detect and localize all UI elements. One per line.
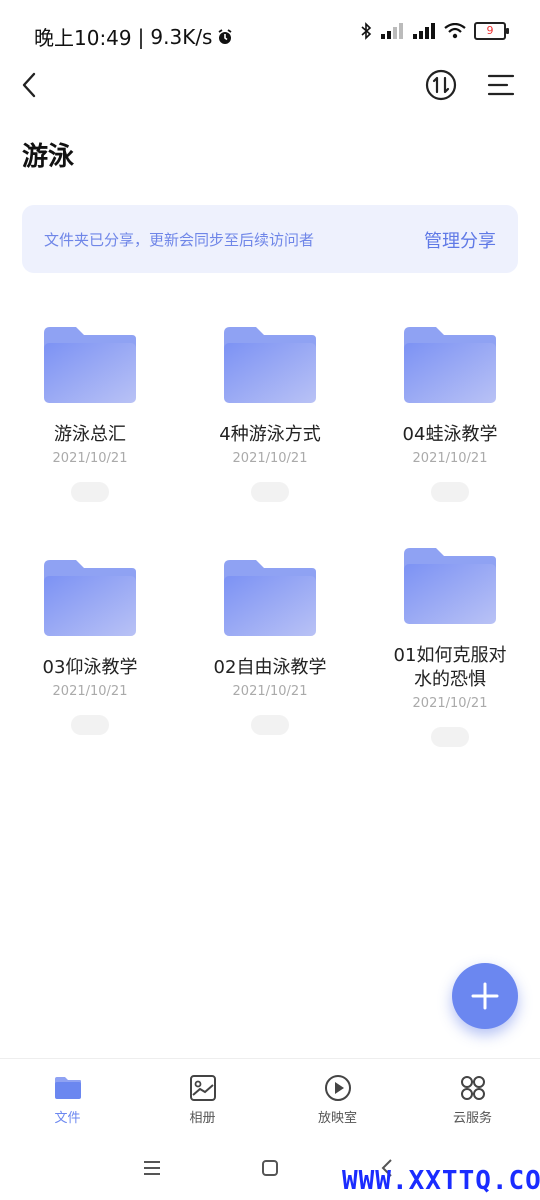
folder-icon [224,327,316,403]
nav-item-files[interactable]: 文件 [0,1059,135,1137]
folder-tag [251,715,289,735]
wifi-icon [444,23,466,39]
folder-tag [431,482,469,502]
menu-icon[interactable] [486,70,516,100]
sort-icon[interactable] [424,68,458,102]
folder-name: 4种游泳方式 [219,424,321,445]
album-icon [189,1075,216,1101]
back-icon[interactable] [16,70,46,100]
folder-date: 2021/10/21 [232,451,308,466]
folder-icon [44,560,136,636]
folder-date: 2021/10/21 [52,451,128,466]
share-notice-text: 文件夹已分享，更新会同步至后续访问者 [44,231,315,249]
folder-date: 2021/10/21 [412,696,488,711]
nav-item-cloud-services[interactable]: 云服务 [405,1059,540,1137]
manage-share-button[interactable]: 管理分享 [424,227,496,253]
folder-icon [404,327,496,403]
folder-item[interactable]: 03仰泳教学 2021/10/21 [0,556,180,735]
nav-item-album[interactable]: 相册 [135,1059,270,1137]
status-separator: | [137,24,145,49]
watermark: WWW.XXTTQ.COM [342,1166,540,1196]
alarm-icon [218,28,232,44]
share-banner: 文件夹已分享，更新会同步至后续访问者 管理分享 [22,205,518,273]
grid-icon [460,1076,485,1100]
bluetooth-icon [361,22,372,40]
folder-date: 2021/10/21 [412,451,488,466]
plus-icon [471,982,499,1010]
folder-name: 02自由泳教学 [213,657,327,678]
page-title: 游泳 [22,142,75,172]
folder-item[interactable]: 游泳总汇 2021/10/21 [0,323,180,502]
folder-tag [71,715,109,735]
top-bar [0,58,540,114]
status-right: 9 [360,22,509,40]
battery-icon: 9 [474,22,509,40]
status-time: 晚上10:49 [34,26,132,50]
nav-label: 云服务 [452,1111,492,1126]
folder-item[interactable]: 04蛙泳教学 2021/10/21 [360,323,540,502]
folder-name: 01如何克服对水的恐惧 [393,645,507,690]
play-icon [324,1075,351,1101]
folder-name: 游泳总汇 [54,424,126,445]
folder-date: 2021/10/21 [52,684,128,699]
folder-tag [71,482,109,502]
add-button[interactable] [452,963,518,1029]
folder-icon [54,1077,81,1099]
folder-icon [224,560,316,636]
folder-icon [404,548,496,624]
battery-level: 9 [486,24,494,37]
nav-item-theater[interactable]: 放映室 [270,1059,405,1137]
folder-item[interactable]: 01如何克服对水的恐惧 2021/10/21 [360,544,540,747]
nav-label: 文件 [54,1111,81,1126]
signal-1-icon [381,23,403,39]
folder-name: 04蛙泳教学 [402,424,498,445]
folder-name: 03仰泳教学 [42,657,138,678]
signal-2-icon [413,23,435,39]
folder-tag [431,727,469,747]
home-icon[interactable] [258,1156,282,1180]
status-speed: 9.3K/s [150,24,213,49]
nav-label: 放映室 [317,1111,357,1126]
folder-item[interactable]: 02自由泳教学 2021/10/21 [180,556,360,735]
folder-date: 2021/10/21 [232,684,308,699]
folder-icon [44,327,136,403]
recent-apps-icon[interactable] [140,1156,164,1180]
status-left: 晚上10:49 | 9.3K/s [34,22,234,51]
nav-label: 相册 [189,1111,216,1126]
bottom-nav: 文件 相册 放映室 云服务 [0,1058,540,1137]
folder-tag [251,482,289,502]
folder-item[interactable]: 4种游泳方式 2021/10/21 [180,323,360,502]
